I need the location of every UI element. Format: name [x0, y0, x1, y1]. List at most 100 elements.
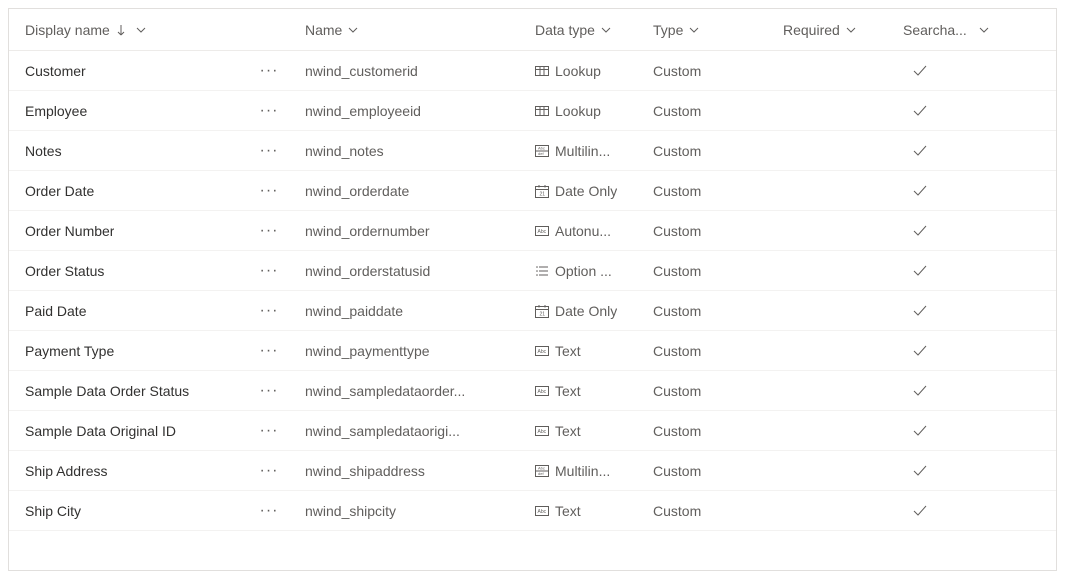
text-icon: Abc [535, 344, 549, 358]
cell-searchable [903, 265, 1023, 277]
data-type-text: Text [555, 343, 581, 359]
more-actions-button[interactable]: ··· [255, 422, 283, 440]
type-text: Custom [653, 423, 701, 439]
data-type-text: Autonu... [555, 223, 611, 239]
table-row[interactable]: Order Status··· nwind_orderstatusid Option… [9, 251, 1056, 291]
more-actions-button[interactable]: ··· [255, 502, 283, 520]
check-icon [913, 105, 927, 117]
check-icon [913, 425, 927, 437]
cell-data-type: Option ... [535, 263, 653, 279]
name-text: nwind_shipcity [305, 503, 396, 519]
column-header-searchable[interactable]: Searcha... [903, 22, 1023, 38]
table-row[interactable]: Customer···nwind_customeridLookupCustom [9, 51, 1056, 91]
table-row[interactable]: Employee···nwind_employeeidLookupCustom [9, 91, 1056, 131]
table-row[interactable]: Sample Data Order Status··· nwind_sampled… [9, 371, 1056, 411]
cell-display-name[interactable]: Sample Data Original ID [25, 423, 255, 439]
column-header-required[interactable]: Required [783, 22, 903, 38]
more-actions-button[interactable]: ··· [255, 62, 283, 80]
cell-type: Custom [653, 103, 783, 119]
name-text: nwind_notes [305, 143, 384, 159]
table-row[interactable]: Order Number··· nwind_ordernumber Abc Auton… [9, 211, 1056, 251]
table-row[interactable]: Ship City···nwind_shipcityAbcTextCustom [9, 491, 1056, 531]
cell-type: Custom [653, 263, 783, 279]
data-type-text: Date Only [555, 183, 617, 199]
cell-display-name[interactable]: Ship City [25, 503, 255, 519]
cell-display-name[interactable]: Customer [25, 63, 255, 79]
more-actions-button[interactable]: ··· [255, 462, 283, 480]
more-actions-button[interactable]: ··· [255, 302, 283, 320]
table-row[interactable]: Payment Type···nwind_paymenttypeAbcTextC… [9, 331, 1056, 371]
cell-name: nwind_ordernumber [305, 223, 535, 239]
name-text: nwind_ordernumber [305, 223, 430, 239]
svg-text:21: 21 [540, 191, 546, 197]
data-type-text: Text [555, 383, 581, 399]
check-icon [913, 505, 927, 517]
check-icon [913, 385, 927, 397]
display-name-text: Customer [25, 63, 86, 79]
cell-display-name[interactable]: Order Status [25, 263, 255, 279]
cell-display-name[interactable]: Payment Type [25, 343, 255, 359]
cell-type: Custom [653, 383, 783, 399]
cell-actions: ··· [255, 62, 305, 80]
table-row[interactable]: Notes···nwind_notesAbcdefMultilin...Cust… [9, 131, 1056, 171]
name-text: nwind_orderdate [305, 183, 409, 199]
cell-actions: ··· [255, 302, 305, 320]
more-actions-button[interactable]: ··· [255, 142, 283, 160]
type-text: Custom [653, 303, 701, 319]
cell-display-name[interactable]: Sample Data Order Status [25, 383, 255, 399]
column-header-type[interactable]: Type [653, 22, 783, 38]
cell-display-name[interactable]: Order Number [25, 223, 255, 239]
type-text: Custom [653, 503, 701, 519]
check-icon [913, 465, 927, 477]
table-row[interactable]: Order Date···nwind_orderdate21Date OnlyC… [9, 171, 1056, 211]
more-actions-button[interactable]: ··· [255, 262, 283, 280]
cell-actions: ··· [255, 102, 305, 120]
column-header-label: Data type [535, 22, 595, 38]
check-icon [913, 265, 927, 277]
more-actions-button[interactable]: ··· [255, 382, 283, 400]
data-type-text: Multilin... [555, 463, 610, 479]
multiline-icon: Abcdef [535, 144, 549, 158]
type-text: Custom [653, 223, 701, 239]
more-actions-button[interactable]: ··· [255, 182, 283, 200]
table-row[interactable]: Paid Date···nwind_paiddate21Date OnlyCus… [9, 291, 1056, 331]
cell-display-name[interactable]: Paid Date [25, 303, 255, 319]
more-actions-button[interactable]: ··· [255, 102, 283, 120]
more-actions-button[interactable]: ··· [255, 222, 283, 240]
cell-display-name[interactable]: Employee [25, 103, 255, 119]
cell-name: nwind_sampledataorigi... [305, 423, 535, 439]
cell-actions: ··· [255, 462, 305, 480]
cell-data-type: Lookup [535, 63, 653, 79]
cell-data-type: Abc Autonu... [535, 223, 653, 239]
chevron-down-icon [348, 27, 358, 33]
cell-display-name[interactable]: Notes [25, 143, 255, 159]
display-name-text: Order Date [25, 183, 94, 199]
cell-actions: ··· [255, 502, 305, 520]
fields-grid: Display name Name Data type Type [8, 8, 1057, 571]
name-text: nwind_customerid [305, 63, 418, 79]
cell-name: nwind_sampledataorder... [305, 383, 535, 399]
cell-searchable [903, 185, 1023, 197]
column-header-name[interactable]: Name [305, 22, 535, 38]
svg-text:Abc: Abc [538, 429, 547, 435]
check-icon [913, 65, 927, 77]
table-row[interactable]: Ship Address···nwind_shipaddressAbcdefMu… [9, 451, 1056, 491]
more-actions-button[interactable]: ··· [255, 342, 283, 360]
name-text: nwind_orderstatusid [305, 263, 430, 279]
column-header-display-name[interactable]: Display name [25, 22, 255, 38]
text-icon: Abc [535, 424, 549, 438]
table-row[interactable]: Sample Data Original ID··· nwind_sampleda… [9, 411, 1056, 451]
cell-display-name[interactable]: Order Date [25, 183, 255, 199]
check-icon [913, 345, 927, 357]
autonum-icon: Abc [535, 224, 549, 238]
cell-name: nwind_orderstatusid [305, 263, 535, 279]
name-text: nwind_shipaddress [305, 463, 425, 479]
svg-text:Abc: Abc [538, 465, 545, 470]
column-header-data-type[interactable]: Data type [535, 22, 653, 38]
cell-display-name[interactable]: Ship Address [25, 463, 255, 479]
display-name-text: Ship Address [25, 463, 108, 479]
cell-data-type: AbcText [535, 383, 653, 399]
cell-searchable [903, 305, 1023, 317]
cell-name: nwind_shipcity [305, 503, 535, 519]
cell-name: nwind_shipaddress [305, 463, 535, 479]
